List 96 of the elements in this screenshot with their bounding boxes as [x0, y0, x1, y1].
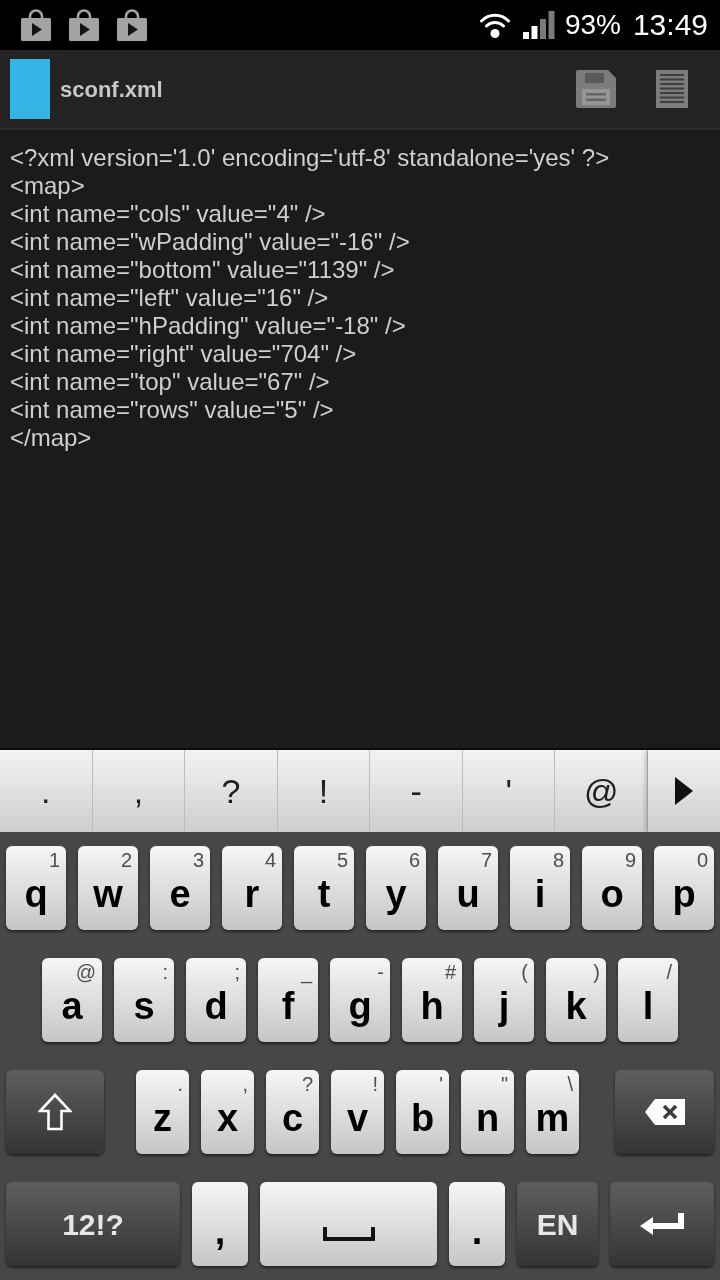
suggestion-item[interactable]: -: [370, 750, 463, 832]
backspace-icon: [644, 1099, 685, 1125]
keyboard-key[interactable]: c ?: [266, 1070, 319, 1154]
keyboard-key[interactable]: k ): [546, 958, 606, 1042]
enter-icon: [640, 1213, 684, 1235]
suggestion-item[interactable]: ': [462, 750, 556, 832]
keyboard-key[interactable]: r 4: [222, 846, 282, 930]
key-hint: 7: [480, 848, 492, 872]
code-line: <int name="wPadding" value="-16" />: [10, 228, 410, 256]
text-editor[interactable]: [0, 130, 720, 748]
app-icon: [10, 59, 50, 119]
keyboard-key[interactable]: n ": [461, 1070, 514, 1154]
suggestion-item[interactable]: !: [277, 750, 371, 832]
space-icon: [322, 1227, 375, 1241]
keyboard-key[interactable]: f _: [258, 958, 318, 1042]
shopping-bag-icon: [20, 9, 52, 41]
keyboard-key[interactable]: x ,: [201, 1070, 254, 1154]
code-line: <?xml version='1.0' encoding='utf-8' standalone='yes' ?>: [10, 144, 610, 172]
key-hint: 3: [192, 848, 204, 872]
code-line: <map>: [10, 172, 85, 200]
key-hint: 8: [552, 848, 564, 872]
code-line: <int name="top" value="67" />: [10, 368, 330, 396]
key-hint: 2: [120, 848, 132, 872]
keyboard-key[interactable]: l /: [618, 958, 678, 1042]
enter-key[interactable]: [610, 1182, 714, 1266]
keyboard-key[interactable]: q 1: [6, 846, 66, 930]
shopping-bag-icon: [116, 9, 148, 41]
keyboard-key[interactable]: a @: [42, 958, 102, 1042]
shift-key[interactable]: [6, 1070, 104, 1154]
key-hint: ): [593, 960, 600, 984]
code-line: <int name="cols" value="4" />: [10, 200, 326, 228]
key-hint: .: [177, 1072, 183, 1096]
suggestion-item[interactable]: .: [0, 750, 93, 832]
keyboard-key[interactable]: i 8: [510, 846, 570, 930]
key-hint: 1: [48, 848, 60, 872]
symbols-key[interactable]: 12!?: [6, 1182, 180, 1266]
code-line: <int name="right" value="704" />: [10, 340, 357, 368]
key-hint: ?: [301, 1072, 313, 1096]
file-title: sconf.xml: [60, 75, 163, 104]
keyboard-key[interactable]: h #: [402, 958, 462, 1042]
save-icon[interactable]: [576, 70, 616, 108]
keyboard-key[interactable]: v !: [331, 1070, 384, 1154]
key-hint: :: [162, 960, 168, 984]
code-line: <int name="bottom" value="1139" />: [10, 256, 395, 284]
key-hint: 4: [264, 848, 276, 872]
keyboard-key[interactable]: d ;: [186, 958, 246, 1042]
code-line: </map>: [10, 424, 92, 452]
key-hint: !: [372, 1072, 378, 1096]
code-line: <int name="rows" value="5" />: [10, 396, 334, 424]
key-hint: ': [439, 1072, 443, 1096]
keyboard-key[interactable]: z .: [136, 1070, 189, 1154]
keyboard-key[interactable]: b ': [396, 1070, 449, 1154]
key-hint: 6: [408, 848, 420, 872]
clock-time: 13:49: [632, 8, 708, 42]
key-hint: 9: [624, 848, 636, 872]
suggestion-item[interactable]: ?: [185, 750, 278, 832]
arrow-right-icon: [675, 777, 693, 805]
more-suggestions-button[interactable]: [648, 750, 720, 832]
backspace-key[interactable]: [615, 1070, 714, 1154]
suggestion-item[interactable]: ,: [92, 750, 186, 832]
keyboard-key[interactable]: m \: [526, 1070, 579, 1154]
keyboard-key[interactable]: y 6: [366, 846, 426, 930]
keyboard-key[interactable]: o 9: [582, 846, 642, 930]
key-hint: (: [521, 960, 528, 984]
keyboard-key[interactable]: t 5: [294, 846, 354, 930]
language-key[interactable]: EN: [517, 1182, 598, 1266]
shift-icon: [38, 1093, 72, 1131]
keyboard-key[interactable]: ,: [192, 1182, 248, 1266]
keyboard-key[interactable]: u 7: [438, 846, 498, 930]
list-icon[interactable]: [656, 70, 688, 108]
shopping-bag-icon: [68, 9, 100, 41]
key-hint: #: [444, 960, 456, 984]
key-hint: /: [666, 960, 672, 984]
key-hint: _: [300, 960, 312, 984]
key-hint: 5: [336, 848, 348, 872]
signal-icon: [522, 11, 555, 39]
key-hint: ": [500, 1072, 508, 1096]
key-hint: 0: [696, 848, 708, 872]
key-hint: @: [75, 960, 96, 984]
wifi-icon: [478, 11, 511, 39]
keyboard-key[interactable]: j (: [474, 958, 534, 1042]
keyboard-key[interactable]: g -: [330, 958, 390, 1042]
code-line: <int name="hPadding" value="-18" />: [10, 312, 406, 340]
keyboard-key[interactable]: e 3: [150, 846, 210, 930]
code-line: <int name="left" value="16" />: [10, 284, 329, 312]
suggestion-item[interactable]: @: [555, 750, 649, 832]
key-hint: \: [567, 1072, 573, 1096]
key-hint: ,: [242, 1072, 248, 1096]
keyboard-key[interactable]: s :: [114, 958, 174, 1042]
keyboard-key[interactable]: .: [449, 1182, 505, 1266]
battery-percentage: 93%: [564, 9, 621, 41]
keyboard-key[interactable]: w 2: [78, 846, 138, 930]
key-hint: -: [377, 960, 384, 984]
space-key[interactable]: [260, 1182, 437, 1266]
keyboard-key[interactable]: p 0: [654, 846, 714, 930]
key-hint: ;: [234, 960, 240, 984]
